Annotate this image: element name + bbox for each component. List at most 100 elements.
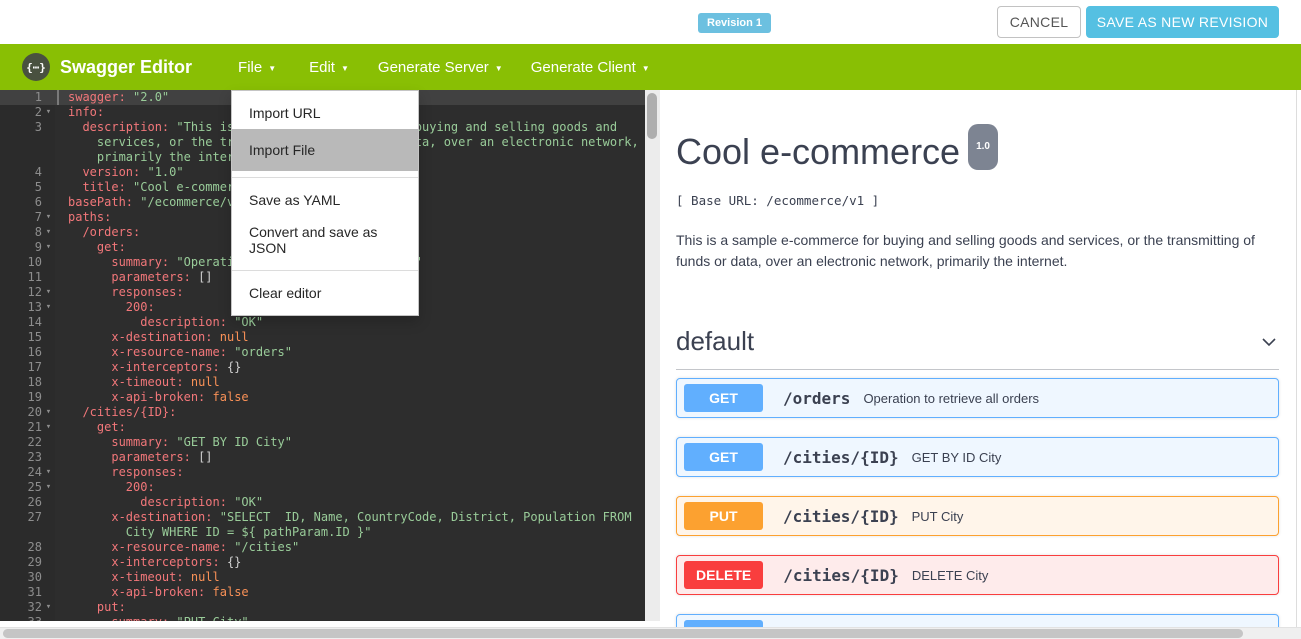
menu-file[interactable]: File ▼: [238, 59, 276, 76]
editor-code-line[interactable]: 20▾ /cities/{ID}:: [0, 405, 645, 420]
editor-gutter-cell[interactable]: 5: [0, 180, 55, 195]
editor-gutter-cell[interactable]: 1: [0, 90, 55, 105]
fold-arrow-icon[interactable]: ▾: [42, 210, 55, 225]
editor-code-line[interactable]: 26 description: "OK": [0, 495, 645, 510]
editor-code-line[interactable]: 24▾ responses:: [0, 465, 645, 480]
editor-gutter-cell[interactable]: 14: [0, 315, 55, 330]
editor-gutter-cell[interactable]: 28: [0, 540, 55, 555]
editor-gutter-cell[interactable]: 20▾: [0, 405, 55, 420]
editor-vertical-scrollbar[interactable]: [645, 90, 660, 621]
editor-gutter-cell[interactable]: 13▾: [0, 300, 55, 315]
fold-arrow-icon[interactable]: ▾: [42, 105, 55, 120]
editor-code-line[interactable]: 29 x-interceptors: {}: [0, 555, 645, 570]
editor-gutter-cell[interactable]: 29: [0, 555, 55, 570]
editor-gutter-cell[interactable]: [0, 150, 55, 165]
fold-arrow-icon[interactable]: ▾: [42, 480, 55, 495]
editor-code-line[interactable]: 19 x-api-broken: false: [0, 390, 645, 405]
chevron-down-icon[interactable]: [1259, 332, 1279, 352]
editor-gutter-cell[interactable]: 12▾: [0, 285, 55, 300]
fold-arrow-icon[interactable]: [42, 585, 55, 600]
fold-arrow-icon[interactable]: [42, 195, 55, 210]
editor-gutter-cell[interactable]: 32▾: [0, 600, 55, 615]
editor-gutter-cell[interactable]: [0, 135, 55, 150]
editor-gutter-cell[interactable]: 17: [0, 360, 55, 375]
fold-arrow-icon[interactable]: ▾: [42, 300, 55, 315]
editor-gutter-cell[interactable]: 21▾: [0, 420, 55, 435]
horizontal-scrollbar[interactable]: [0, 627, 1301, 639]
fold-arrow-icon[interactable]: ▾: [42, 600, 55, 615]
fold-arrow-icon[interactable]: ▾: [42, 240, 55, 255]
horizontal-scrollbar-thumb[interactable]: [3, 629, 1243, 638]
file-menu-item-import-url[interactable]: Import URL: [232, 97, 418, 129]
editor-code-line[interactable]: 27 x-destination: "SELECT ID, Name, Coun…: [0, 510, 645, 525]
editor-code-line[interactable]: 23 parameters: []: [0, 450, 645, 465]
editor-code-line[interactable]: 18 x-timeout: null: [0, 375, 645, 390]
menu-edit[interactable]: Edit ▼: [309, 59, 349, 76]
editor-gutter-cell[interactable]: 22: [0, 435, 55, 450]
editor-gutter-cell[interactable]: 27: [0, 510, 55, 525]
file-menu-item-clear-editor[interactable]: Clear editor: [232, 277, 418, 309]
operation-row-delete[interactable]: DELETE /cities/{ID} DELETE City: [676, 555, 1279, 595]
fold-arrow-icon[interactable]: [42, 510, 55, 525]
editor-code-line[interactable]: 30 x-timeout: null: [0, 570, 645, 585]
fold-arrow-icon[interactable]: [42, 540, 55, 555]
editor-gutter-cell[interactable]: 11: [0, 270, 55, 285]
fold-arrow-icon[interactable]: [42, 555, 55, 570]
editor-gutter-cell[interactable]: 25▾: [0, 480, 55, 495]
file-menu-item-import-file[interactable]: Import File: [232, 129, 418, 171]
editor-gutter-cell[interactable]: 30: [0, 570, 55, 585]
fold-arrow-icon[interactable]: [42, 255, 55, 270]
editor-gutter-cell[interactable]: 19: [0, 390, 55, 405]
editor-code-line[interactable]: 32▾ put:: [0, 600, 645, 615]
editor-gutter-cell[interactable]: 4: [0, 165, 55, 180]
fold-arrow-icon[interactable]: [42, 330, 55, 345]
editor-gutter-cell[interactable]: 18: [0, 375, 55, 390]
file-menu-item-convert-and-save-as-json[interactable]: Convert and save as JSON: [232, 216, 418, 264]
editor-code-line[interactable]: 14 description: "OK": [0, 315, 645, 330]
editor-gutter-cell[interactable]: 31: [0, 585, 55, 600]
fold-arrow-icon[interactable]: ▾: [42, 405, 55, 420]
fold-arrow-icon[interactable]: [42, 375, 55, 390]
editor-gutter-cell[interactable]: 2▾: [0, 105, 55, 120]
fold-arrow-icon[interactable]: [42, 180, 55, 195]
editor-gutter-cell[interactable]: 24▾: [0, 465, 55, 480]
operation-row-get[interactable]: GET /orders Operation to retrieve all or…: [676, 378, 1279, 418]
fold-arrow-icon[interactable]: [42, 360, 55, 375]
editor-code-line[interactable]: 31 x-api-broken: false: [0, 585, 645, 600]
fold-arrow-icon[interactable]: [42, 615, 55, 621]
operation-row-get[interactable]: GET /cities GET City: [676, 614, 1279, 627]
fold-arrow-icon[interactable]: ▾: [42, 465, 55, 480]
fold-arrow-icon[interactable]: [42, 345, 55, 360]
fold-arrow-icon[interactable]: ▾: [42, 225, 55, 240]
editor-code-line[interactable]: 28 x-resource-name: "/cities": [0, 540, 645, 555]
editor-code-line[interactable]: 21▾ get:: [0, 420, 645, 435]
editor-gutter-cell[interactable]: 6: [0, 195, 55, 210]
editor-code-line[interactable]: 22 summary: "GET BY ID City": [0, 435, 645, 450]
fold-arrow-icon[interactable]: [42, 525, 55, 540]
editor-gutter-cell[interactable]: 15: [0, 330, 55, 345]
cancel-button[interactable]: CANCEL: [997, 6, 1081, 38]
editor-scrollbar-thumb[interactable]: [647, 93, 657, 139]
editor-gutter-cell[interactable]: 16: [0, 345, 55, 360]
section-header-default[interactable]: default: [676, 326, 1279, 357]
editor-code-line[interactable]: 33 summary: "PUT City": [0, 615, 645, 621]
fold-arrow-icon[interactable]: [42, 450, 55, 465]
fold-arrow-icon[interactable]: [42, 390, 55, 405]
editor-gutter-cell[interactable]: 3: [0, 120, 55, 135]
editor-code-line[interactable]: 15 x-destination: null: [0, 330, 645, 345]
menu-generate-server[interactable]: Generate Server ▼: [378, 59, 503, 76]
file-menu-item-save-as-yaml[interactable]: Save as YAML: [232, 184, 418, 216]
editor-gutter-cell[interactable]: 7▾: [0, 210, 55, 225]
fold-arrow-icon[interactable]: [42, 495, 55, 510]
editor-gutter-cell[interactable]: 33: [0, 615, 55, 621]
fold-arrow-icon[interactable]: [42, 270, 55, 285]
fold-arrow-icon[interactable]: ▾: [42, 285, 55, 300]
fold-arrow-icon[interactable]: [42, 435, 55, 450]
editor-code-line[interactable]: City WHERE ID = ${ pathParam.ID }": [0, 525, 645, 540]
save-as-new-revision-button[interactable]: SAVE AS NEW REVISION: [1086, 6, 1279, 38]
fold-arrow-icon[interactable]: [42, 90, 55, 105]
editor-code-line[interactable]: 25▾ 200:: [0, 480, 645, 495]
editor-gutter-cell[interactable]: 10: [0, 255, 55, 270]
fold-arrow-icon[interactable]: ▾: [42, 420, 55, 435]
editor-code-line[interactable]: 17 x-interceptors: {}: [0, 360, 645, 375]
